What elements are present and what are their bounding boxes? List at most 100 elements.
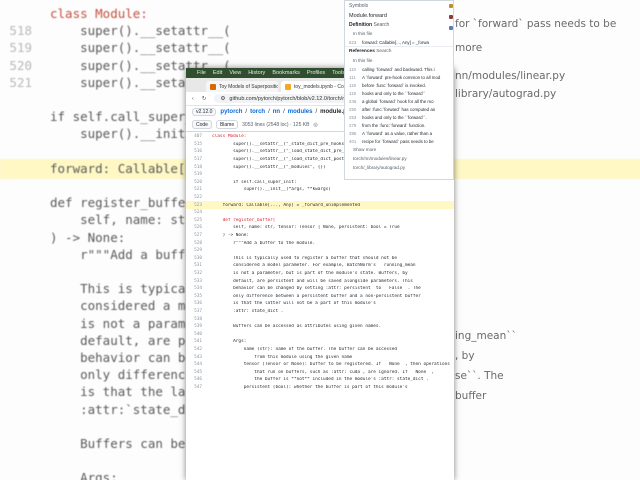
code-text: super().__setattr__("_modules", {}) (212, 164, 326, 170)
line-number[interactable]: 541 (186, 339, 204, 344)
code-text: persistent (bool): whether the buffer is… (212, 384, 408, 390)
code-line: 541 Args: (186, 338, 454, 346)
code-line: 524 (186, 209, 454, 217)
line-number[interactable]: 535 (186, 294, 204, 299)
reload-icon[interactable]: ↻ (202, 96, 207, 102)
line-number[interactable]: 520 (186, 180, 204, 185)
line-number[interactable]: 542 (186, 347, 204, 352)
reference-row[interactable]: 279 from the :func:`forward` function. (345, 121, 453, 129)
menu-item[interactable]: Bookmarks (272, 70, 300, 76)
code-line: 530 This is typically used to register a… (186, 255, 454, 263)
code-line: 536 is that the latter will not be a par… (186, 300, 454, 308)
show-more-link[interactable]: Show more (345, 145, 453, 154)
reference-text: after :func:`forward` has computed an (362, 106, 436, 112)
reference-line-number: 279 (349, 122, 357, 128)
line-number[interactable]: 530 (186, 256, 204, 261)
code-text: if self.call_super_init: (212, 179, 297, 185)
reference-row[interactable]: 396 A `forward` as a value, rather than a (345, 129, 453, 137)
reference-row[interactable]: 253 hooks and only to the ``forward``. (345, 113, 453, 121)
line-number[interactable]: 546 (186, 377, 204, 382)
references-search[interactable]: Search (376, 49, 391, 54)
line-number[interactable]: 534 (186, 286, 204, 291)
line-number[interactable]: 532 (186, 271, 204, 276)
bg-right-text: ing_mean`` (455, 330, 517, 342)
line-number[interactable]: 526 (186, 225, 204, 230)
breadcrumb-item[interactable]: modules (288, 109, 313, 115)
code-text: super().__init__(*args, **kwargs) (212, 187, 331, 193)
menu-item[interactable]: Profiles (307, 70, 325, 76)
line-number[interactable]: 407 (186, 134, 204, 139)
copilot-icon[interactable]: ◎ (313, 122, 317, 128)
reference-row[interactable]: 250 after :func:`forward` has computed an (345, 105, 453, 113)
code-text: name (str): name of the buffer. The buff… (212, 346, 398, 352)
code-tab[interactable]: Code (192, 120, 212, 129)
back-icon[interactable]: ‹ (192, 96, 194, 102)
line-number[interactable]: 543 (186, 355, 204, 360)
code-text: that run on buffers, such as :attr:`cuda… (212, 369, 435, 375)
line-number[interactable]: 547 (186, 385, 204, 390)
blame-tab[interactable]: Blame (215, 120, 239, 129)
definition-row[interactable]: 523 forward: Callable[..., Any] = _forwa (345, 38, 453, 46)
bg-right-text: nn/modules/linear.py (455, 70, 566, 82)
line-number[interactable]: 544 (186, 362, 204, 367)
code-text: super().__setattr__("_state_dict_pre_hoo… (212, 141, 358, 147)
code-line: 528 r"""Add a buffer to the module. (186, 239, 454, 247)
reference-line-number: 253 (349, 114, 357, 120)
line-number[interactable]: 527 (186, 233, 204, 238)
reference-row[interactable]: 401 recipe for `forward` pass needs to be (345, 137, 453, 145)
browser-tab[interactable]: toy_models.ipynb - Colab (281, 81, 353, 92)
line-number[interactable]: 545 (186, 370, 204, 375)
bg-right-text: , by (455, 350, 475, 362)
reference-text: from the :func:`forward` function. (362, 122, 426, 128)
line-number[interactable]: 517 (186, 157, 204, 162)
reference-row[interactable]: 119 hooks and only to the ``forward`` (345, 89, 453, 97)
line-number[interactable]: 525 (186, 218, 204, 223)
line-number[interactable]: 524 (186, 210, 204, 215)
in-this-file-def[interactable]: In this file (345, 29, 453, 38)
reference-row[interactable]: 118 before :func:`forward` is invoked. (345, 81, 453, 89)
code-text: Buffers can be accessed as attributes us… (212, 324, 382, 330)
line-number[interactable]: 536 (186, 301, 204, 306)
line-number[interactable]: 539 (186, 324, 204, 329)
extension-icon[interactable] (449, 26, 453, 30)
line-number[interactable]: 515 (186, 142, 204, 147)
code-text: tensor (Tensor or None): buffer to be re… (212, 362, 450, 368)
reference-row[interactable]: 111 A `forward` pre-hook common to all mo… (345, 73, 453, 81)
line-number[interactable]: 521 (186, 187, 204, 192)
line-number[interactable]: 531 (186, 263, 204, 268)
line-number[interactable]: 538 (186, 317, 204, 322)
reference-row[interactable]: 110 calling `forward` and backward. This … (345, 65, 453, 73)
menu-item[interactable]: History (248, 70, 265, 76)
line-number[interactable]: 519 (186, 172, 204, 177)
branch-selector[interactable]: v2.12.0 (192, 108, 217, 116)
line-number[interactable]: 533 (186, 279, 204, 284)
menu-item[interactable]: Edit (213, 70, 222, 76)
line-number[interactable]: 523 (186, 203, 204, 208)
other-file-link[interactable]: torch/nn/modules/linear.py (345, 154, 453, 163)
extension-icon[interactable] (449, 4, 453, 8)
line-number[interactable]: 529 (186, 248, 204, 253)
breadcrumb-item[interactable]: torch (250, 109, 265, 115)
menu-item[interactable]: View (229, 70, 241, 76)
line-number[interactable]: 518 (186, 165, 204, 170)
code-line: 537 :attr:`state_dict`. (186, 308, 454, 316)
line-number[interactable]: 522 (186, 195, 204, 200)
extension-icon[interactable] (449, 15, 453, 19)
code-line: 540 (186, 330, 454, 338)
definition-search[interactable]: Search (373, 22, 389, 28)
in-this-file-refs[interactable]: In this file (345, 56, 453, 65)
code-text: :attr:`state_dict`. (212, 308, 284, 314)
line-number[interactable]: 540 (186, 332, 204, 337)
references-label: References (349, 49, 375, 54)
reference-row[interactable]: 246 a global `forward` hook for all the m… (345, 97, 453, 105)
other-file-link-2[interactable]: torch/_library/autograd.py (345, 163, 453, 172)
browser-tab[interactable]: Toy Models of Superposition (206, 81, 278, 92)
site-info-icon[interactable]: ⚙ (220, 96, 225, 102)
breadcrumb-item[interactable]: pytorch (220, 109, 242, 115)
line-number[interactable]: 537 (186, 309, 204, 314)
breadcrumb-item[interactable]: nn (273, 109, 280, 115)
line-number[interactable]: 528 (186, 241, 204, 246)
menu-item[interactable]: File (197, 70, 206, 76)
file-stats: 3053 lines (2548 loc) · 125 KB (242, 121, 310, 128)
line-number[interactable]: 516 (186, 149, 204, 154)
